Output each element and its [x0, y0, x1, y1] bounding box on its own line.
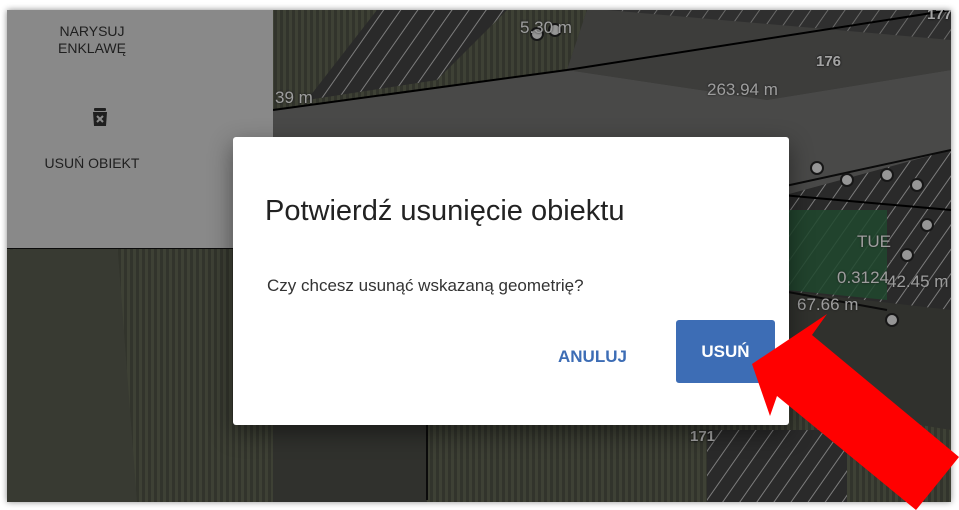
confirm-delete-dialog: Potwierdź usunięcie obiektu Czy chcesz u…: [233, 137, 789, 425]
dialog-title: Potwierdź usunięcie obiektu: [265, 195, 625, 227]
dialog-message: Czy chcesz usunąć wskazaną geometrię?: [267, 276, 584, 295]
annotation-arrow-icon: [752, 314, 959, 510]
cancel-button[interactable]: ANULUJ: [558, 339, 627, 375]
